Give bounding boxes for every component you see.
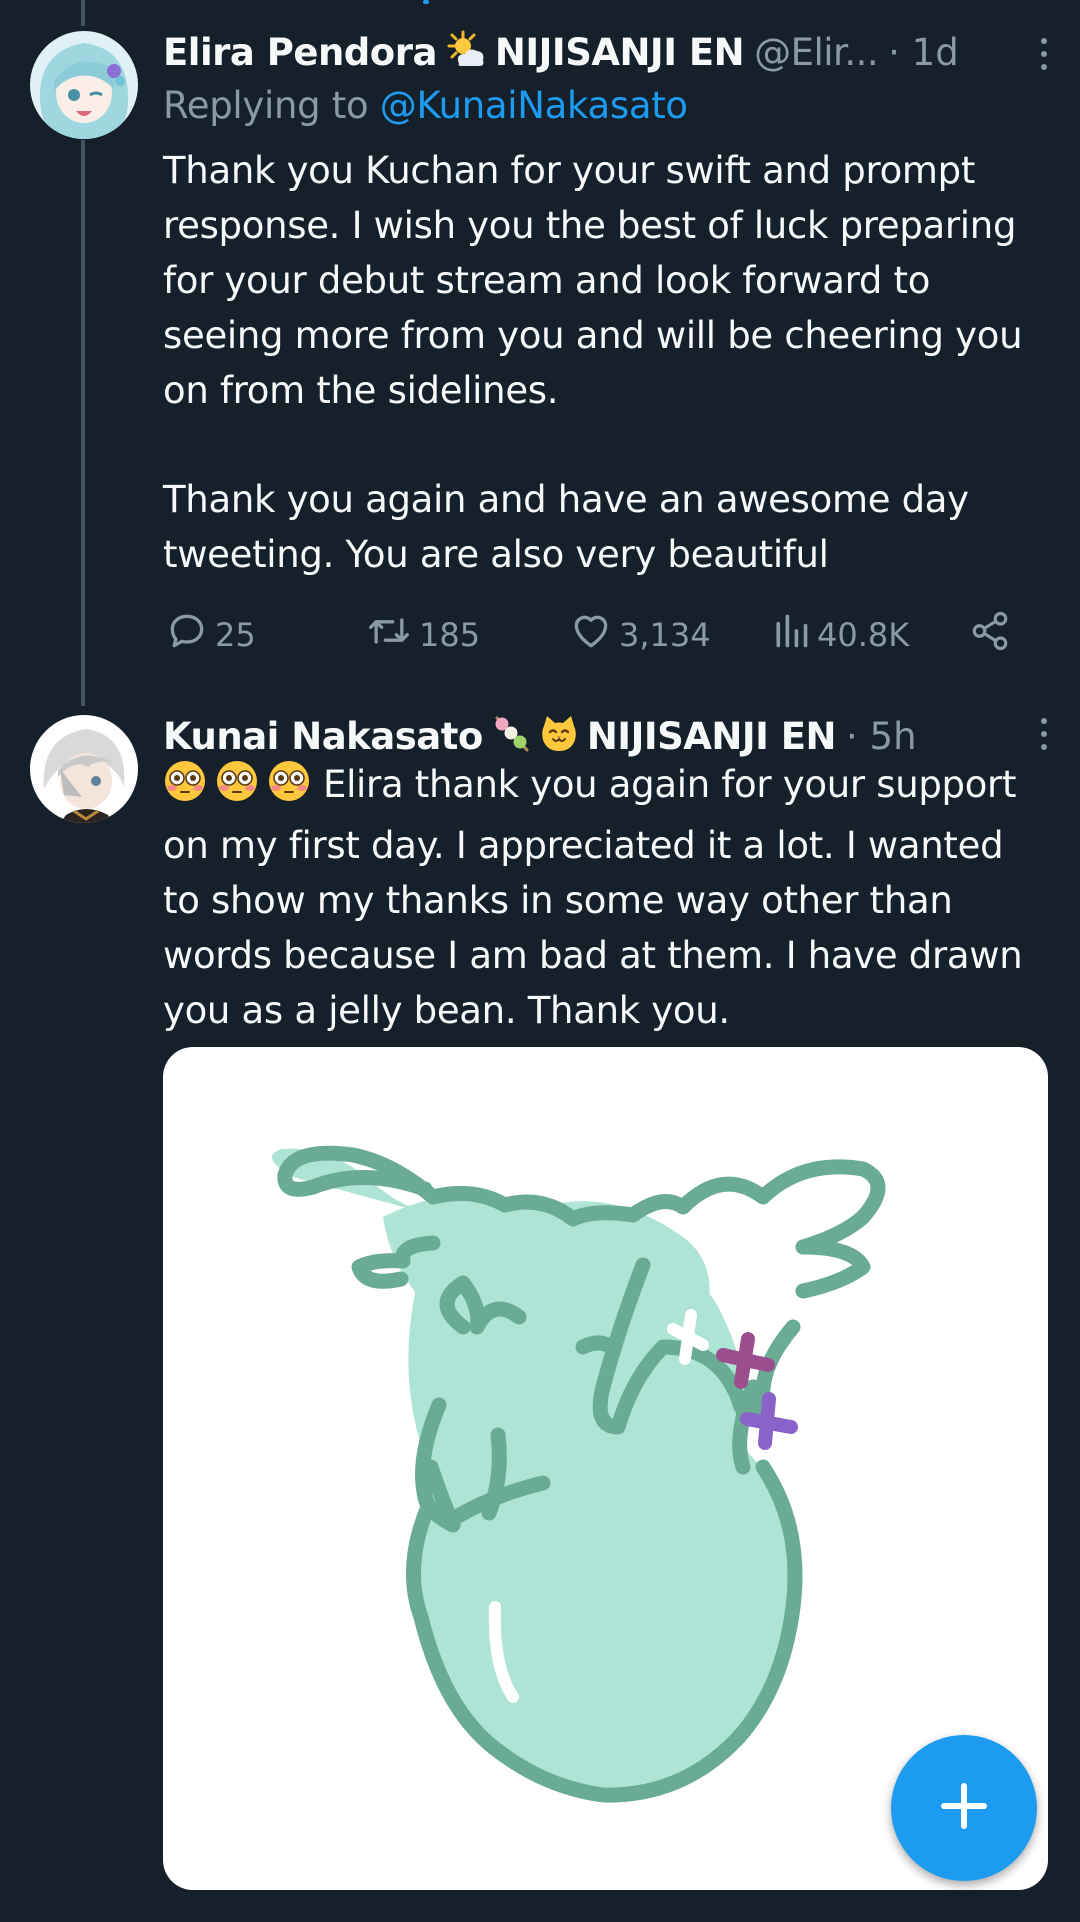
author-affiliation: NIJISANJI EN bbox=[494, 30, 745, 74]
retweet-count: 185 bbox=[419, 616, 481, 654]
tweet-header: Elira Pendora NIJISANJI EN @Elir... · 1d bbox=[163, 24, 1060, 80]
tweet-text: Elira thank you again for your support o… bbox=[163, 757, 1063, 1038]
tweet-text-line: to show my thanks in some way other than bbox=[163, 879, 953, 922]
replying-to: Replying to @KunaiNakasato bbox=[163, 84, 688, 127]
plus-icon bbox=[939, 1781, 989, 1835]
retweet-button[interactable]: 185 bbox=[365, 609, 480, 661]
reply-count: 25 bbox=[215, 616, 256, 654]
reply-icon bbox=[165, 609, 215, 661]
like-button[interactable]: 3,134 bbox=[569, 609, 711, 661]
author-handle[interactable]: @Elir... bbox=[754, 31, 879, 74]
tweet-text-line: Elira thank you again for your support bbox=[163, 757, 1063, 818]
tweet-text: Thank you Kuchan for your swift and prom… bbox=[163, 143, 1063, 582]
tweet-text-line: on from the sidelines. bbox=[163, 369, 559, 412]
sun-cloud-emoji bbox=[445, 30, 487, 74]
cat-face-emoji bbox=[539, 714, 579, 758]
dango-emoji bbox=[491, 714, 531, 758]
tweet-text-line: for your debut stream and look forward t… bbox=[163, 259, 931, 302]
retweet-icon bbox=[365, 609, 419, 661]
like-count: 3,134 bbox=[619, 616, 711, 654]
reply-button[interactable]: 25 bbox=[165, 609, 256, 661]
tweet-text-line: tweeting. You are also very beautiful bbox=[163, 533, 829, 576]
views-button[interactable]: 40.8K bbox=[771, 609, 909, 661]
replying-to-label: Replying to bbox=[163, 84, 369, 127]
share-icon bbox=[969, 609, 1017, 661]
more-icon[interactable] bbox=[1038, 718, 1050, 758]
avatar-kunai[interactable] bbox=[30, 715, 138, 823]
avatar-elira[interactable] bbox=[30, 31, 138, 139]
flushed-face-emoji bbox=[163, 759, 313, 818]
tweet-text-segment: Elira thank you again for your support bbox=[323, 763, 1017, 806]
replying-to-mention[interactable]: @KunaiNakasato bbox=[380, 84, 688, 127]
tweet-text-line: Thank you Kuchan for your swift and prom… bbox=[163, 149, 976, 192]
tweet-text-line: you as a jelly bean. Thank you. bbox=[163, 989, 730, 1032]
tweet-text-line: seeing more from you and will be cheerin… bbox=[163, 314, 1023, 357]
views-icon bbox=[771, 609, 817, 661]
tweet-header: Kunai Nakasato NIJISANJI EN · 5h bbox=[163, 708, 1060, 764]
heart-icon bbox=[569, 609, 619, 661]
tweet-elira[interactable]: Elira Pendora NIJISANJI EN @Elir... · 1d… bbox=[0, 0, 1080, 700]
compose-button[interactable] bbox=[891, 1735, 1037, 1881]
author-affiliation: NIJISANJI EN bbox=[586, 714, 837, 758]
tweet-timestamp[interactable]: · 5h bbox=[846, 715, 917, 758]
tweet-text-line: words because I am bad at them. I have d… bbox=[163, 934, 1023, 977]
tweet-text-line: on my first day. I appreciated it a lot.… bbox=[163, 824, 1004, 867]
tweet-text-line: response. I wish you the best of luck pr… bbox=[163, 204, 1017, 247]
tweet-text-line: Thank you again and have an awesome day bbox=[163, 478, 969, 521]
share-button[interactable] bbox=[969, 609, 1017, 661]
tweet-actions: 25 185 3,134 40.8K bbox=[163, 609, 1023, 659]
more-icon[interactable] bbox=[1038, 38, 1050, 78]
author-name[interactable]: Elira Pendora bbox=[163, 31, 437, 74]
tweet-timestamp[interactable]: · 1d bbox=[888, 31, 959, 74]
author-name[interactable]: Kunai Nakasato bbox=[163, 715, 483, 758]
views-count: 40.8K bbox=[817, 616, 910, 654]
